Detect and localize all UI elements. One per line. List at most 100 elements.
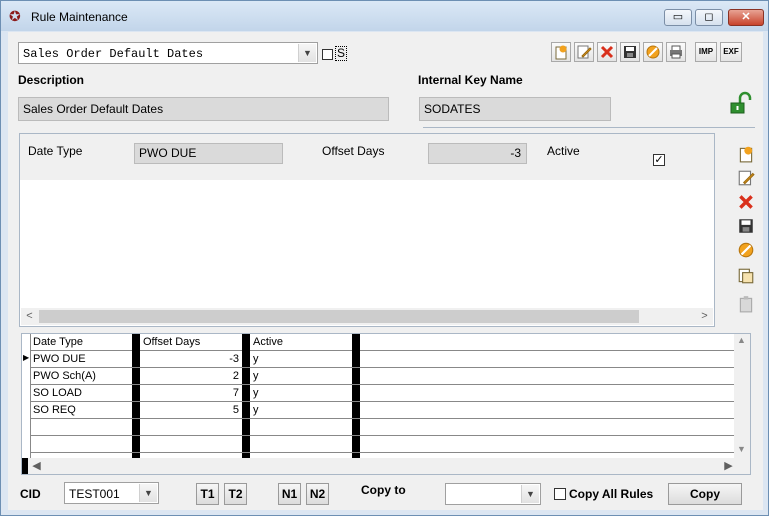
paste-icon (739, 296, 753, 313)
cancel-icon (738, 242, 754, 258)
side-delete-button[interactable] (736, 193, 756, 213)
s-checkbox[interactable] (322, 49, 333, 60)
window-title: Rule Maintenance (31, 10, 128, 24)
grid-vscrollbar[interactable]: ▲ ▼ (734, 334, 750, 458)
current-row-icon: ▶ (23, 353, 30, 362)
new-icon (555, 45, 567, 60)
side-copy-button[interactable] (736, 267, 756, 287)
scroll-thumb[interactable] (44, 460, 724, 473)
close-icon: ✕ (741, 11, 751, 23)
scroll-left-icon[interactable]: < (21, 308, 38, 325)
app-star-icon: ✪ (9, 8, 21, 24)
n2-button[interactable]: N2 (306, 483, 329, 505)
column-header-date-type[interactable]: Date Type (33, 334, 83, 350)
save-button[interactable] (620, 42, 640, 62)
t1-button[interactable]: T1 (196, 483, 219, 505)
detail-hscrollbar[interactable]: < > (21, 308, 713, 325)
row-line (31, 367, 734, 368)
column-separator (352, 334, 360, 458)
side-cancel-button[interactable] (736, 241, 756, 261)
maximize-icon: ◻ (704, 11, 714, 23)
copy-all-rules-checkbox[interactable] (554, 488, 566, 500)
side-new-button[interactable] (736, 145, 756, 165)
cancel-icon (646, 45, 660, 59)
rule-maintenance-window: ✪ Rule Maintenance ▭ ◻ ✕ Sales Order Def… (0, 0, 769, 516)
active-checkbox[interactable]: ✓ (653, 154, 665, 166)
side-paste-button[interactable] (736, 295, 756, 315)
n1-button[interactable]: N1 (278, 483, 301, 505)
minimize-button[interactable]: ▭ (664, 9, 692, 26)
scroll-right-icon[interactable]: > (696, 308, 713, 325)
scroll-up-icon[interactable]: ▲ (737, 335, 746, 345)
column-header-active[interactable]: Active (253, 334, 283, 350)
column-separator (242, 334, 250, 458)
row-line (31, 401, 734, 402)
delete-icon (600, 45, 614, 59)
cell-offset: 2 (232, 370, 239, 382)
scroll-left-icon[interactable]: ◀ (28, 458, 45, 474)
internal-key-field[interactable]: SODATES (419, 97, 611, 121)
t2-button[interactable]: T2 (224, 483, 247, 505)
detail-header: Date Type PWO DUE Offset Days -3 Active … (20, 134, 714, 180)
copy-to-select[interactable]: ▼ (445, 483, 541, 505)
cid-select-value: TEST001 (69, 487, 120, 501)
date-type-label: Date Type (28, 144, 83, 158)
cell-date-type: PWO DUE (33, 353, 86, 365)
cancel-button[interactable] (643, 42, 663, 62)
side-edit-button[interactable] (736, 169, 756, 189)
separator-line (423, 127, 755, 128)
chevron-down-icon[interactable]: ▼ (298, 44, 316, 62)
cell-active: y (253, 387, 259, 399)
unlock-button[interactable] (727, 89, 755, 117)
title-bar[interactable]: ✪ Rule Maintenance ▭ ◻ ✕ (1, 1, 768, 31)
row-line (31, 452, 734, 453)
new-icon (739, 146, 753, 163)
date-type-field[interactable]: PWO DUE (134, 143, 283, 164)
close-button[interactable]: ✕ (728, 9, 764, 26)
edit-button[interactable] (574, 42, 594, 62)
column-header-offset-days[interactable]: Offset Days (143, 334, 200, 350)
delete-icon (739, 195, 753, 209)
column-separator (132, 334, 140, 458)
export-button[interactable]: EXF (720, 42, 742, 62)
cell-active: y (253, 404, 259, 416)
cid-select[interactable]: TEST001 ▼ (64, 482, 159, 504)
cell-active: y (253, 370, 259, 382)
chevron-down-icon[interactable]: ▼ (139, 484, 157, 502)
cell-offset: -3 (229, 353, 239, 365)
scroll-right-icon[interactable]: ▶ (720, 458, 737, 474)
cell-offset: 7 (232, 387, 239, 399)
grid-header: Date Type Offset Days Active (22, 334, 734, 351)
cell-active: y (253, 353, 259, 365)
copy-button[interactable]: Copy (668, 483, 742, 505)
offset-days-field[interactable]: -3 (428, 143, 527, 164)
cid-label: CID (20, 487, 41, 501)
rule-select-value: Sales Order Default Dates (23, 47, 204, 61)
new-button[interactable] (551, 42, 571, 62)
client-area: Sales Order Default Dates ▼ S IMP EXF De… (8, 32, 763, 510)
rules-grid: Date Type Offset Days Active ▶ PWO DUE -… (21, 333, 751, 475)
copy-all-rules-label: Copy All Rules (569, 487, 654, 501)
save-icon (739, 219, 753, 233)
side-save-button[interactable] (736, 217, 756, 237)
save-icon (624, 46, 636, 58)
description-field[interactable]: Sales Order Default Dates (18, 97, 389, 121)
scroll-thumb[interactable] (39, 310, 639, 323)
description-label: Description (18, 73, 85, 87)
row-line (31, 384, 734, 385)
unlock-icon (730, 91, 752, 114)
internal-key-label: Internal Key Name (418, 73, 523, 87)
print-button[interactable] (666, 42, 686, 62)
grid-hscrollbar[interactable]: ◀ ▶ (22, 458, 750, 474)
scroll-down-icon[interactable]: ▼ (737, 444, 746, 454)
cell-date-type: SO LOAD (33, 387, 82, 399)
maximize-button[interactable]: ◻ (695, 9, 723, 26)
edit-icon (577, 45, 592, 59)
edit-icon (738, 170, 755, 186)
rule-select[interactable]: Sales Order Default Dates ▼ (18, 42, 318, 64)
printer-icon (670, 45, 682, 59)
import-button[interactable]: IMP (695, 42, 717, 62)
chevron-down-icon[interactable]: ▼ (521, 485, 539, 503)
delete-button[interactable] (597, 42, 617, 62)
minimize-icon: ▭ (672, 11, 684, 23)
